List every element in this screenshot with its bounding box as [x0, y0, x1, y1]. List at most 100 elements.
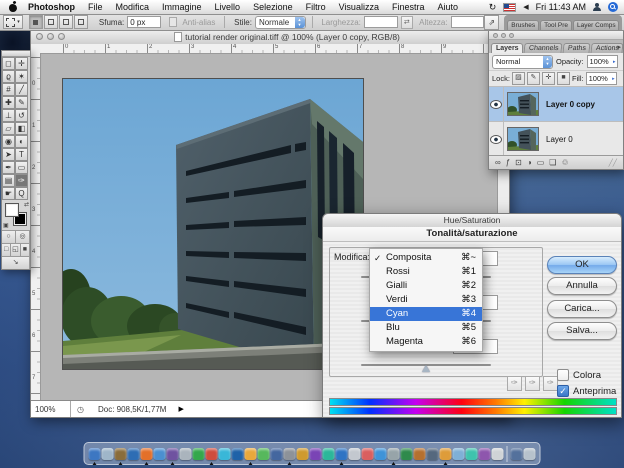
dock-icon[interactable]: [479, 448, 491, 460]
tool-preset-picker[interactable]: ▾: [3, 15, 23, 29]
dock-icon[interactable]: [102, 448, 114, 460]
magic-wand-tool[interactable]: ✶: [15, 70, 28, 83]
status-menu-arrow[interactable]: ▶: [178, 405, 183, 413]
dock-icon[interactable]: [297, 448, 309, 460]
menu-item-blu[interactable]: Blu ⌘5: [370, 321, 482, 335]
imageready-button[interactable]: ↘: [2, 257, 30, 269]
altezza-field[interactable]: [451, 16, 485, 28]
layer-mask-icon[interactable]: ⊡: [515, 158, 522, 167]
luminosita-slider[interactable]: [361, 364, 491, 366]
menu-modifica[interactable]: Modifica: [116, 2, 150, 12]
standard-screen-button[interactable]: □: [2, 244, 11, 256]
dock-icon[interactable]: [271, 448, 283, 460]
palette-close-button[interactable]: [493, 33, 498, 38]
shape-tool[interactable]: ▭: [15, 161, 28, 174]
sfuma-field[interactable]: 0 px: [127, 16, 161, 28]
healing-brush-tool[interactable]: ✚: [2, 96, 15, 109]
dock-icon[interactable]: [141, 448, 153, 460]
sync-icon[interactable]: ↻: [489, 2, 497, 13]
palette-menu-button[interactable]: ▸: [617, 43, 621, 51]
dock-icon[interactable]: [466, 448, 478, 460]
adjustment-layer-icon[interactable]: ◑: [527, 158, 532, 167]
dock-icon[interactable]: [336, 448, 348, 460]
menu-item-gialli[interactable]: Gialli ⌘2: [370, 279, 482, 293]
dock-icon[interactable]: [323, 448, 335, 460]
opacity-field[interactable]: 100%▸: [587, 55, 618, 68]
delete-layer-icon[interactable]: ♲: [561, 158, 568, 167]
bridge-button[interactable]: ⇗: [484, 15, 499, 30]
menu-item-composita[interactable]: ✓ Composita ⌘~: [370, 251, 482, 265]
visibility-toggle[interactable]: [489, 87, 504, 121]
input-language-flag-icon[interactable]: [503, 3, 516, 12]
anteprima-checkbox[interactable]: ✓: [557, 385, 569, 397]
brush-tool[interactable]: ✎: [15, 96, 28, 109]
menu-item-magenta[interactable]: Magenta ⌘6: [370, 335, 482, 349]
eyedropper-add-button[interactable]: ✑: [525, 376, 540, 391]
menu-item-cyan[interactable]: Cyan ⌘4: [370, 307, 482, 321]
dock-icon[interactable]: [245, 448, 257, 460]
zoom-level-field[interactable]: 100%: [31, 401, 71, 417]
pen-tool[interactable]: ✒: [2, 161, 15, 174]
stile-popup[interactable]: Normale ▲▼: [255, 16, 306, 29]
menu-item-verdi[interactable]: Verdi ⌘3: [370, 293, 482, 307]
fill-field[interactable]: 100%▸: [586, 72, 617, 85]
menu-livello[interactable]: Livello: [215, 2, 241, 12]
well-tab-brushes[interactable]: Brushes: [507, 20, 539, 30]
dock-icon[interactable]: [219, 448, 231, 460]
dock-icon[interactable]: [427, 448, 439, 460]
dock-icon[interactable]: [453, 448, 465, 460]
menu-clock[interactable]: Fri 11:43 AM: [536, 2, 586, 12]
layer-thumbnail[interactable]: [507, 92, 539, 116]
gradient-tool[interactable]: ◧: [15, 122, 28, 135]
dock-icon[interactable]: [440, 448, 452, 460]
dock-icon[interactable]: [115, 448, 127, 460]
move-tool[interactable]: ✛: [15, 57, 28, 70]
clone-stamp-tool[interactable]: ⊥: [2, 109, 15, 122]
hand-tool[interactable]: ☛: [2, 187, 15, 200]
dock-icon[interactable]: [180, 448, 192, 460]
tab-paths[interactable]: Paths: [562, 43, 590, 53]
subtract-selection-button[interactable]: [59, 15, 73, 29]
zoom-tool[interactable]: Q: [15, 187, 28, 200]
palette-title-bar[interactable]: [489, 31, 623, 40]
dock-icon[interactable]: [206, 448, 218, 460]
dock-icon[interactable]: [401, 448, 413, 460]
dialog-title-bar[interactable]: Hue/Saturation: [323, 214, 621, 228]
slider-thumb[interactable]: [422, 365, 430, 372]
layer-thumbnail[interactable]: [507, 127, 539, 151]
dock-icon[interactable]: [375, 448, 387, 460]
apple-icon[interactable]: [9, 2, 18, 12]
menu-visualizza[interactable]: Visualizza: [339, 2, 379, 12]
dock-icon[interactable]: [511, 448, 523, 460]
menu-finestra[interactable]: Finestra: [392, 2, 425, 12]
visibility-toggle[interactable]: [489, 122, 504, 156]
dock-icon[interactable]: [310, 448, 322, 460]
dock-icon[interactable]: [258, 448, 270, 460]
lock-position-icon[interactable]: ✛: [542, 72, 555, 85]
blend-mode-popup[interactable]: Normal ▲▼: [492, 55, 553, 69]
carica-button[interactable]: Carica...: [547, 300, 617, 318]
dock-icon[interactable]: [362, 448, 374, 460]
eyedropper-subtract-button[interactable]: ✑: [543, 376, 558, 391]
tab-layers[interactable]: Layers: [491, 43, 523, 53]
new-layer-icon[interactable]: ❏: [549, 158, 556, 167]
menu-photoshop[interactable]: Photoshop: [28, 2, 75, 12]
layer-name[interactable]: Layer 0: [546, 135, 573, 144]
palette-minimize-button[interactable]: [501, 33, 506, 38]
canvas-image[interactable]: [62, 78, 364, 370]
antialias-checkbox[interactable]: [169, 17, 178, 27]
foreground-color-swatch[interactable]: [5, 203, 19, 217]
menu-immagine[interactable]: Immagine: [162, 2, 202, 12]
lasso-tool[interactable]: ϱ: [2, 70, 15, 83]
path-selection-tool[interactable]: ➤: [2, 148, 15, 161]
dock-icon[interactable]: [388, 448, 400, 460]
spotlight-icon[interactable]: [608, 2, 618, 12]
crop-tool[interactable]: #: [2, 83, 15, 96]
standard-mode-button[interactable]: ○: [2, 231, 16, 243]
menu-selezione[interactable]: Selezione: [253, 2, 293, 12]
salva-button[interactable]: Salva...: [547, 322, 617, 340]
larghezza-field[interactable]: [364, 16, 398, 28]
well-tab-layer-comps[interactable]: Layer Comps: [573, 20, 619, 30]
dock-icon[interactable]: [492, 448, 504, 460]
blur-tool[interactable]: ◉: [2, 135, 15, 148]
